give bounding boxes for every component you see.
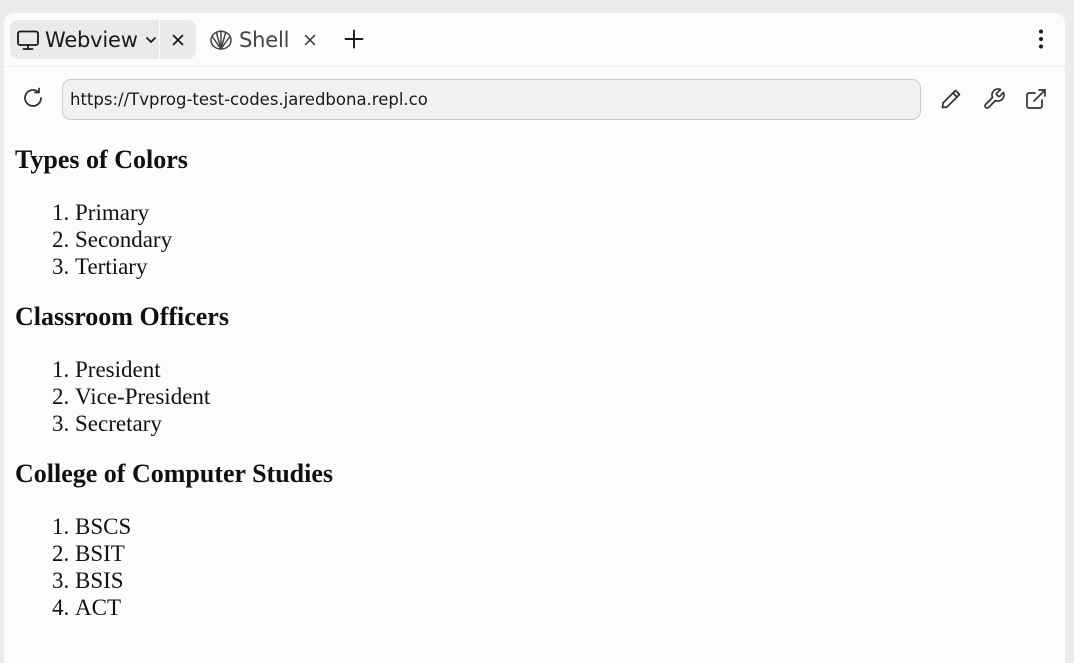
more-options-button[interactable]	[1026, 24, 1056, 54]
section-heading: College of Computer Studies	[15, 459, 334, 488]
close-icon	[303, 33, 317, 47]
list-item: Tertiary	[75, 253, 1055, 280]
tab-shell[interactable]: Shell	[206, 20, 326, 59]
tab-webview-close-button[interactable]	[160, 20, 196, 59]
wrench-icon	[982, 87, 1006, 111]
monitor-icon	[16, 29, 40, 51]
url-input[interactable]	[62, 79, 921, 120]
list-item: BSCS	[75, 513, 1055, 540]
ordered-list: BSCS BSIT BSIS ACT	[15, 513, 1055, 621]
list-item: Primary	[75, 199, 1055, 226]
list-item: President	[75, 356, 1055, 383]
tab-shell-label: Shell	[239, 27, 290, 52]
list-item: BSIT	[75, 540, 1055, 567]
list-item: Vice-President	[75, 383, 1055, 410]
tab-webview[interactable]: Webview	[10, 20, 196, 59]
ordered-list: President Vice-President Secretary	[15, 356, 1055, 437]
edit-button[interactable]	[936, 84, 966, 114]
pencil-icon	[939, 87, 963, 111]
reload-icon	[21, 86, 45, 110]
open-new-window-button[interactable]	[1021, 84, 1051, 114]
list-item: BSIS	[75, 567, 1055, 594]
tab-shell-close-button[interactable]	[293, 20, 326, 59]
chevron-down-icon[interactable]	[144, 33, 158, 47]
webview-panel: Webview Shell https://Tvprog-test-codes.…	[4, 13, 1065, 663]
tab-bar: Webview Shell	[4, 13, 1065, 67]
url-toolbar	[4, 67, 1065, 125]
section-heading: Classroom Officers	[15, 302, 229, 331]
close-icon	[171, 33, 185, 47]
tab-webview-label: Webview	[45, 27, 138, 52]
page-content: Types of Colors Primary Secondary Tertia…	[15, 125, 1055, 643]
plus-icon	[343, 28, 365, 50]
tab-webview-main[interactable]: Webview	[10, 20, 160, 59]
tab-shell-main[interactable]: Shell	[206, 20, 289, 59]
section-colors: Types of Colors Primary Secondary Tertia…	[15, 145, 1055, 280]
ordered-list: Primary Secondary Tertiary	[15, 199, 1055, 280]
add-tab-button[interactable]	[339, 24, 369, 54]
vertical-dots-icon	[1037, 28, 1045, 50]
list-item: Secondary	[75, 226, 1055, 253]
section-college: College of Computer Studies BSCS BSIT BS…	[15, 459, 1055, 621]
reload-button[interactable]	[18, 83, 48, 113]
section-heading: Types of Colors	[15, 145, 188, 174]
external-link-icon	[1024, 87, 1048, 111]
section-officers: Classroom Officers President Vice-Presid…	[15, 302, 1055, 437]
list-item: Secretary	[75, 410, 1055, 437]
devtools-button[interactable]	[979, 84, 1009, 114]
shell-icon	[208, 28, 234, 52]
list-item: ACT	[75, 594, 1055, 621]
